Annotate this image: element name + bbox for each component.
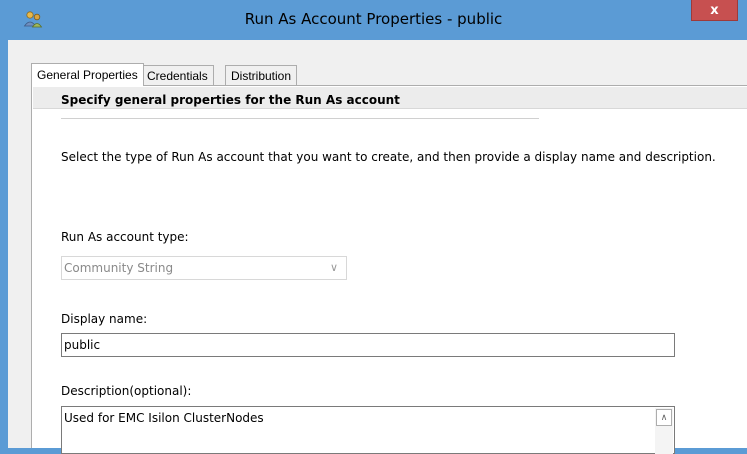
- scroll-up-arrow-icon[interactable]: ∧: [656, 409, 672, 426]
- description-value: Used for EMC Isilon ClusterNodes: [64, 411, 264, 425]
- description-scrollbar[interactable]: ∧: [655, 408, 673, 454]
- description-field[interactable]: Used for EMC Isilon ClusterNodes ∧: [61, 406, 675, 454]
- heading-divider: [61, 118, 539, 119]
- display-name-label: Display name:: [61, 312, 148, 326]
- close-button[interactable]: x: [691, 0, 738, 21]
- tab-distribution[interactable]: Distribution: [225, 65, 298, 85]
- description-label: Description(optional):: [61, 384, 192, 398]
- display-name-value: public: [64, 338, 101, 352]
- chevron-down-icon: ∨: [329, 261, 338, 274]
- account-type-label: Run As account type:: [61, 230, 189, 244]
- account-type-select: Community String ∨: [61, 256, 347, 280]
- page-description: Select the type of Run As account that y…: [61, 150, 716, 164]
- display-name-field[interactable]: public: [61, 333, 675, 357]
- title-bar[interactable]: Run As Account Properties - public x: [0, 0, 747, 40]
- dialog-window: Run As Account Properties - public x Gen…: [0, 0, 747, 454]
- page-heading: Specify general properties for the Run A…: [61, 93, 400, 107]
- tab-credentials[interactable]: Credentials: [141, 65, 214, 85]
- close-icon: x: [710, 2, 719, 18]
- tab-general-properties[interactable]: General Properties: [31, 63, 144, 86]
- account-type-value: Community String: [64, 261, 174, 275]
- window-title: Run As Account Properties - public: [244, 10, 503, 28]
